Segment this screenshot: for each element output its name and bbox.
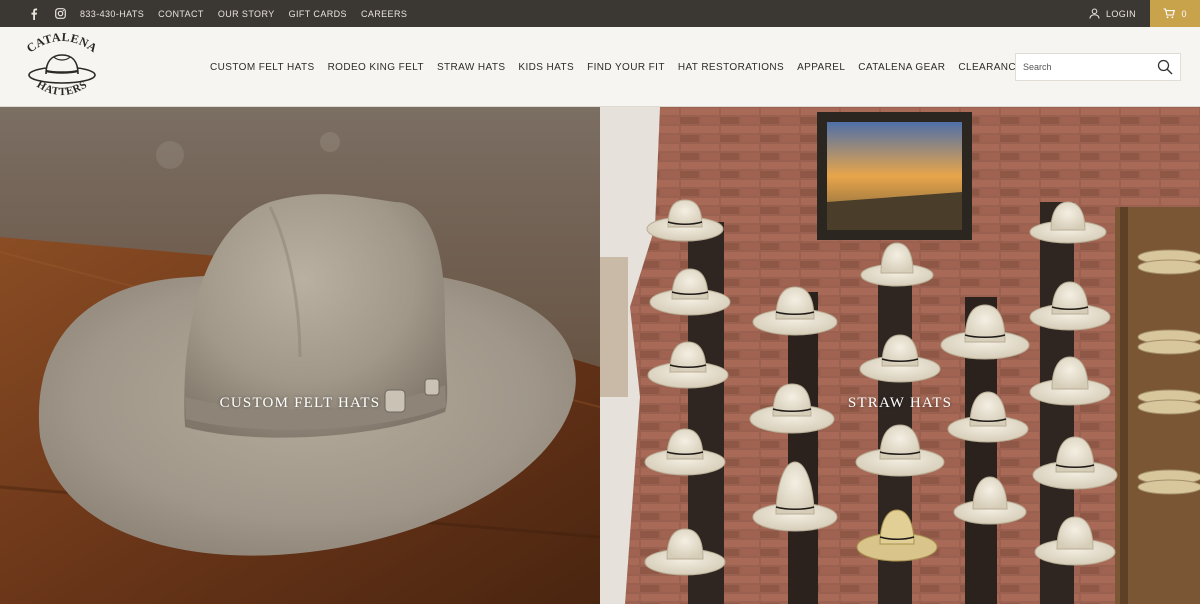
nav-hat-restorations[interactable]: HAT RESTORATIONS — [678, 62, 784, 73]
logo-text-bottom: HATTERS — [35, 79, 89, 99]
svg-text:HATTERS: HATTERS — [35, 79, 90, 99]
careers-link[interactable]: CAREERS — [361, 9, 407, 19]
search-input[interactable] — [1016, 54, 1154, 80]
hero-right-caption[interactable]: STRAW HATS — [600, 395, 1200, 412]
hero-straw-hats[interactable]: STRAW HATS — [600, 107, 1200, 604]
nav-clearance[interactable]: CLEARANCE — [958, 62, 1023, 73]
nav-find-your-fit[interactable]: FIND YOUR FIT — [587, 62, 665, 73]
our-story-link[interactable]: OUR STORY — [218, 9, 275, 19]
catalena-hatters-logo[interactable]: CATALENA HATTERS — [24, 30, 100, 103]
nav-straw-hats[interactable]: STRAW HATS — [437, 62, 505, 73]
cart-button[interactable]: 0 — [1150, 0, 1200, 27]
felt-hat-image — [0, 107, 600, 604]
facebook-icon[interactable] — [28, 8, 40, 20]
user-icon — [1089, 8, 1100, 19]
nav-kids-hats[interactable]: KIDS HATS — [518, 62, 574, 73]
search-icon[interactable] — [1157, 59, 1173, 75]
top-bar: 833-430-HATS CONTACT OUR STORY GIFT CARD… — [0, 0, 1200, 27]
instagram-icon[interactable] — [54, 8, 66, 20]
hero-custom-felt-hats[interactable]: CUSTOM FELT HATS — [0, 107, 600, 604]
phone-link[interactable]: 833-430-HATS — [80, 9, 144, 19]
contact-link[interactable]: CONTACT — [158, 9, 204, 19]
site-header: CATALENA HATTERS CUSTOM FELT HATS RODEO … — [0, 27, 1200, 107]
hero-left-caption[interactable]: CUSTOM FELT HATS — [0, 395, 600, 412]
straw-hats-wall-image — [600, 107, 1200, 604]
gift-cards-link[interactable]: GIFT CARDS — [289, 9, 347, 19]
top-bar-links: 833-430-HATS CONTACT OUR STORY GIFT CARD… — [28, 0, 407, 27]
svg-text:CATALENA: CATALENA — [24, 31, 100, 55]
logo-text-top: CATALENA — [24, 30, 100, 56]
cart-icon — [1163, 8, 1176, 19]
nav-catalena-gear[interactable]: CATALENA GEAR — [858, 62, 945, 73]
nav-apparel[interactable]: APPAREL — [797, 62, 845, 73]
login-link[interactable]: LOGIN — [1089, 0, 1136, 27]
login-label: LOGIN — [1105, 8, 1136, 19]
nav-custom-felt-hats[interactable]: CUSTOM FELT HATS — [210, 62, 315, 73]
cart-count: 0 — [1181, 8, 1187, 19]
nav-rodeo-king-felt[interactable]: RODEO KING FELT — [328, 62, 424, 73]
search-box — [1015, 53, 1181, 81]
main-nav: CUSTOM FELT HATS RODEO KING FELT STRAW H… — [210, 27, 1023, 107]
